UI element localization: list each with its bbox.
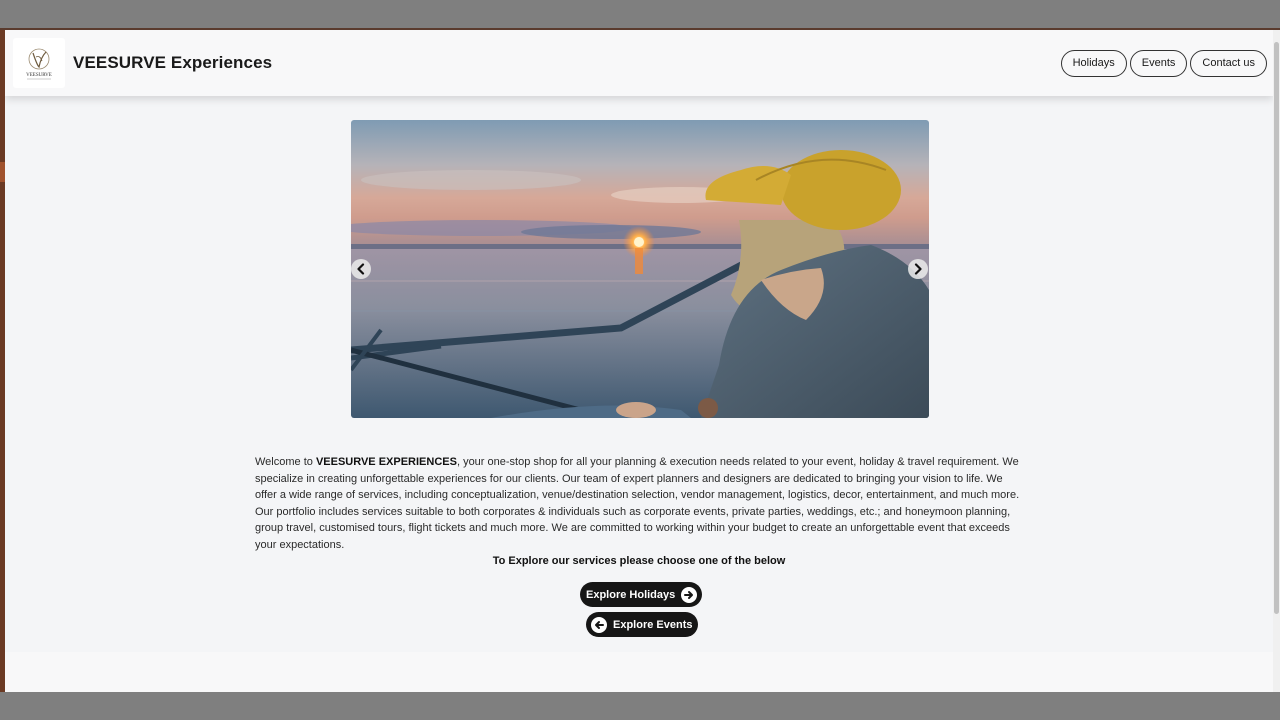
chevron-left-icon: [357, 263, 365, 275]
explore-holidays-label: Explore Holidays: [586, 588, 676, 601]
explore-events-button[interactable]: Explore Events: [586, 612, 699, 637]
hero-carousel: [351, 120, 929, 418]
scrollbar-thumb[interactable]: [1274, 42, 1279, 614]
navbar: VEESURVE VEESURVE Experiences Holidays E…: [5, 30, 1273, 96]
intro-body: , your one-stop shop for all your planni…: [255, 456, 1020, 551]
brand-logo[interactable]: VEESURVE: [13, 38, 65, 88]
intro-company-name: VEESURVE EXPERIENCES: [315, 456, 457, 468]
cta-heading: To Explore our services please choose on…: [492, 555, 786, 567]
brand-title[interactable]: VEESURVE Experiences: [73, 53, 272, 73]
intro-welcome: Welcome to: [255, 456, 316, 468]
intro-paragraph: Welcome to VEESURVE EXPERIENCES, your on…: [255, 454, 1025, 554]
arrow-right-circle-icon: [681, 586, 698, 603]
logo-mark-icon: VEESURVE: [26, 48, 52, 80]
page-scrollbar[interactable]: [1273, 30, 1280, 692]
hero-image-sunset-boat: [351, 120, 929, 418]
footer-band: [5, 652, 1273, 692]
chevron-right-icon: [914, 263, 922, 275]
nav-holidays-button[interactable]: Holidays: [1060, 49, 1127, 77]
page-viewport: VEESURVE VEESURVE Experiences Holidays E…: [5, 30, 1273, 692]
carousel-prev-button[interactable]: [351, 259, 371, 279]
carousel-next-button[interactable]: [908, 259, 928, 279]
nav-links: Holidays Events Contact us: [1060, 49, 1267, 77]
explore-events-label: Explore Events: [613, 618, 693, 631]
nav-events-button[interactable]: Events: [1129, 49, 1188, 77]
arrow-left-circle-icon: [591, 616, 607, 633]
nav-contact-button[interactable]: Contact us: [1190, 49, 1267, 77]
logo-text: VEESURVE: [26, 73, 52, 78]
explore-holidays-button[interactable]: Explore Holidays: [580, 582, 703, 607]
